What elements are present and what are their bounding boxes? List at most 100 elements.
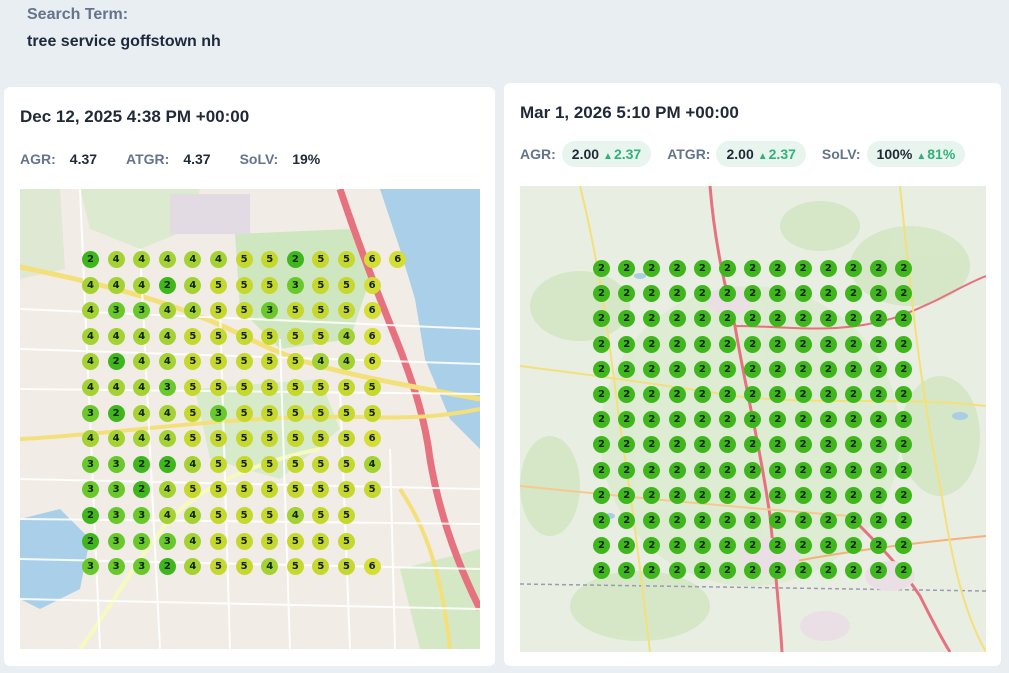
rank-marker[interactable]: 2	[845, 512, 862, 529]
rank-marker[interactable]: 2	[82, 251, 99, 268]
rank-marker[interactable]: 2	[794, 512, 812, 529]
rank-marker[interactable]: 2	[794, 461, 812, 479]
rank-marker[interactable]: 2	[593, 386, 610, 403]
rank-marker[interactable]: 2	[819, 260, 837, 277]
rank-marker[interactable]: 2	[719, 260, 736, 277]
rank-marker[interactable]: 2	[158, 276, 176, 294]
rank-marker[interactable]: 2	[719, 386, 736, 403]
rank-marker[interactable]: 2	[819, 411, 837, 429]
rank-marker[interactable]: 2	[819, 461, 837, 479]
rank-marker[interactable]: 3	[82, 404, 99, 422]
rank-marker[interactable]: 5	[286, 455, 304, 473]
rank-marker[interactable]: 3	[107, 532, 125, 550]
rank-marker[interactable]: 5	[210, 327, 227, 345]
rank-marker[interactable]: 4	[133, 327, 151, 345]
rank-marker[interactable]: 2	[794, 436, 812, 454]
rank-marker[interactable]: 5	[338, 404, 355, 422]
rank-marker[interactable]: 5	[286, 327, 304, 345]
rank-marker[interactable]: 2	[794, 562, 812, 580]
rank-marker[interactable]: 2	[794, 335, 812, 353]
rank-marker[interactable]: 5	[235, 327, 253, 345]
rank-marker[interactable]: 4	[107, 251, 125, 268]
rank-marker[interactable]: 2	[845, 360, 862, 378]
rank-marker[interactable]: 5	[261, 455, 279, 473]
rank-marker[interactable]: 2	[744, 360, 762, 378]
rank-marker[interactable]: 2	[769, 335, 787, 353]
rank-marker[interactable]: 2	[593, 260, 610, 277]
rank-marker[interactable]: 4	[133, 404, 151, 422]
rank-marker[interactable]: 5	[235, 430, 253, 448]
rank-marker[interactable]: 4	[158, 302, 176, 320]
rank-marker[interactable]: 2	[819, 537, 837, 555]
rank-marker[interactable]: 5	[338, 532, 355, 550]
rank-marker[interactable]: 6	[363, 276, 381, 294]
rank-marker[interactable]: 5	[261, 276, 279, 294]
rank-marker[interactable]: 5	[363, 379, 381, 396]
rank-marker[interactable]: 5	[338, 507, 355, 524]
rank-marker[interactable]: 2	[693, 411, 711, 429]
rank-marker[interactable]: 6	[363, 327, 381, 345]
rank-marker[interactable]: 2	[593, 360, 610, 378]
rank-marker[interactable]: 2	[895, 461, 913, 479]
rank-marker[interactable]: 2	[643, 335, 661, 353]
rank-marker[interactable]: 2	[693, 461, 711, 479]
rank-marker[interactable]: 5	[286, 302, 304, 320]
rank-marker[interactable]: 4	[184, 276, 202, 294]
rank-marker[interactable]: 2	[618, 360, 636, 378]
rank-marker[interactable]: 2	[819, 335, 837, 353]
rank-marker[interactable]: 2	[845, 486, 862, 504]
rank-marker[interactable]: 2	[668, 411, 686, 429]
rank-marker[interactable]: 4	[158, 430, 176, 448]
rank-marker[interactable]: 4	[158, 327, 176, 345]
rank-marker[interactable]: 5	[235, 251, 253, 268]
rank-marker[interactable]: 2	[744, 461, 762, 479]
rank-marker[interactable]: 3	[133, 532, 151, 550]
rank-marker[interactable]: 3	[158, 379, 176, 396]
rank-marker[interactable]: 5	[235, 379, 253, 396]
rank-marker[interactable]: 5	[286, 558, 304, 576]
rank-marker[interactable]: 5	[338, 379, 355, 396]
rank-marker[interactable]: 2	[819, 486, 837, 504]
rank-marker[interactable]: 3	[107, 302, 125, 320]
rank-map-previous[interactable]: 2444445525566444245553556433445535556444…	[20, 189, 480, 649]
rank-marker[interactable]: 2	[668, 360, 686, 378]
rank-marker[interactable]: 6	[363, 353, 381, 371]
rank-marker[interactable]: 2	[819, 386, 837, 403]
rank-marker[interactable]: 5	[235, 302, 253, 320]
rank-marker[interactable]: 2	[845, 260, 862, 277]
rank-marker[interactable]: 2	[107, 353, 125, 371]
rank-map-current[interactable]: 2222222222222222222222222222222222222222…	[520, 186, 986, 652]
rank-marker[interactable]: 2	[668, 461, 686, 479]
rank-marker[interactable]: 2	[593, 335, 610, 353]
rank-marker[interactable]: 2	[819, 285, 837, 303]
rank-marker[interactable]: 4	[158, 251, 176, 268]
rank-marker[interactable]: 3	[82, 455, 99, 473]
rank-marker[interactable]: 5	[338, 251, 355, 268]
rank-marker[interactable]: 4	[107, 430, 125, 448]
rank-marker[interactable]: 4	[133, 276, 151, 294]
rank-marker[interactable]: 4	[158, 507, 176, 524]
rank-marker[interactable]: 2	[719, 335, 736, 353]
rank-marker[interactable]: 3	[158, 532, 176, 550]
rank-marker[interactable]: 3	[107, 507, 125, 524]
rank-marker[interactable]: 2	[819, 512, 837, 529]
rank-marker[interactable]: 5	[363, 404, 381, 422]
rank-marker[interactable]: 6	[363, 558, 381, 576]
rank-marker[interactable]: 4	[107, 276, 125, 294]
rank-marker[interactable]: 5	[210, 379, 227, 396]
rank-marker[interactable]: 3	[286, 276, 304, 294]
rank-marker[interactable]: 5	[210, 276, 227, 294]
rank-marker[interactable]: 4	[184, 532, 202, 550]
rank-marker[interactable]: 6	[363, 251, 381, 268]
rank-marker[interactable]: 5	[312, 276, 330, 294]
rank-marker[interactable]: 5	[210, 455, 227, 473]
rank-marker[interactable]: 4	[107, 327, 125, 345]
rank-marker[interactable]: 2	[82, 507, 99, 524]
rank-marker[interactable]: 2	[895, 335, 913, 353]
rank-marker[interactable]: 2	[794, 360, 812, 378]
rank-marker[interactable]: 2	[618, 461, 636, 479]
rank-marker[interactable]: 4	[82, 327, 99, 345]
rank-marker[interactable]: 5	[312, 532, 330, 550]
rank-marker[interactable]: 5	[235, 481, 253, 499]
rank-marker[interactable]: 2	[794, 260, 812, 277]
